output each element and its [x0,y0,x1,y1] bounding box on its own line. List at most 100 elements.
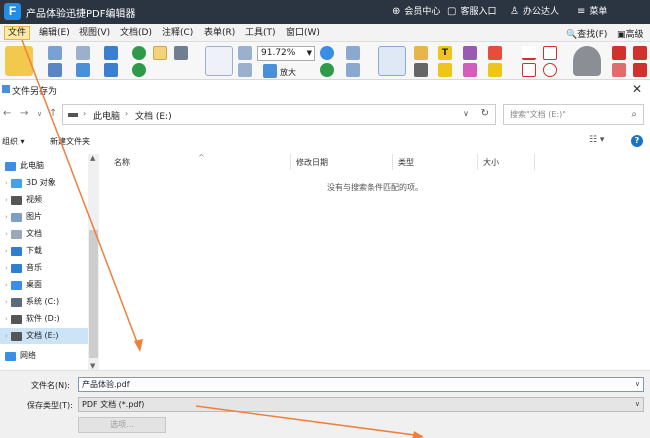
up-arrow-icon[interactable]: ↑ [49,108,57,119]
menu-file[interactable]: 文件 [4,26,31,40]
member-center-button[interactable]: ⊕ 会员中心 [392,4,440,17]
column-separator[interactable] [290,154,291,170]
rectangle-tool-icon[interactable] [543,46,557,60]
print-icon[interactable] [76,63,90,77]
single-page-icon[interactable] [205,46,233,76]
hand-tool-icon[interactable] [153,46,167,60]
pencil-icon[interactable] [463,63,477,77]
menu-form[interactable]: 表单(R) [201,26,238,40]
text-box-icon[interactable] [414,46,428,60]
stamp-icon[interactable] [573,46,601,76]
recent-chevron-icon[interactable]: ∨ [37,110,42,118]
rotate-icon[interactable] [320,63,334,77]
more-tools-icon[interactable] [633,46,647,60]
scrollbar-thumb[interactable] [89,230,98,358]
nav-item[interactable]: › 视频 [0,192,88,208]
menu-view[interactable]: 视图(V) [76,26,113,40]
column-separator[interactable] [477,154,478,170]
note-icon[interactable] [488,63,502,77]
forward-arrow-icon[interactable]: → [20,108,28,119]
back-arrow-icon[interactable]: ← [3,108,11,119]
filetype-select[interactable]: PDF 文档 (*.pdf) ∨ [78,397,644,412]
strikeout-icon[interactable] [488,46,502,60]
filename-input[interactable]: 产品体验.pdf ∨ [78,377,644,392]
expand-chevron-icon[interactable]: › [5,311,8,327]
ellipse-tool-icon[interactable] [543,63,557,77]
find-button[interactable]: 🔍查找(F) [566,27,607,40]
scroll-up-icon[interactable]: ▲ [90,154,95,162]
options-button[interactable]: 选项... [78,417,166,433]
user-button[interactable]: ♙ 办公达人 [510,4,559,17]
menu-comment[interactable]: 注释(C) [159,26,196,40]
email-icon[interactable] [76,46,90,60]
nav-item[interactable]: › 音乐 [0,260,88,276]
column-modified[interactable]: 修改日期 [296,157,328,168]
arrow-tool-icon[interactable] [522,46,536,60]
typewriter-icon[interactable] [414,63,428,77]
scroll-down-icon[interactable]: ▼ [90,362,95,370]
menu-window[interactable]: 窗口(W) [283,26,323,40]
expand-chevron-icon[interactable]: › [5,192,8,208]
chevron-down-icon[interactable]: ∨ [635,378,640,391]
breadcrumb-separator-icon[interactable]: › [125,109,128,118]
new-folder-button[interactable]: 新建文件夹 [50,136,90,147]
zoom-in-label[interactable]: 放大 [280,67,296,78]
edit-content-icon[interactable] [378,46,406,76]
nav-item[interactable]: 此电脑 [0,158,88,174]
zoom-in-icon[interactable] [263,64,277,78]
redo-icon[interactable] [104,63,118,77]
open-folder-icon[interactable] [5,46,33,76]
save-icon[interactable] [48,63,62,77]
nav-scrollbar[interactable]: ▲ ▼ [88,154,99,370]
expand-chevron-icon[interactable]: › [5,209,8,225]
column-name[interactable]: 名称 [114,157,130,168]
organize-button[interactable]: 组织 ▾ [2,136,25,147]
undo-icon[interactable] [104,46,118,60]
expand-chevron-icon[interactable]: › [5,260,8,276]
nav-item[interactable]: › 3D 对象 [0,175,88,191]
expand-chevron-icon[interactable]: › [5,277,8,293]
menu-edit[interactable]: 编辑(E) [36,26,73,40]
text-tool-icon[interactable]: T [438,46,452,60]
view-options-icon[interactable]: ☷ ▾ [589,135,604,145]
page-icon[interactable] [238,46,252,60]
expand-chevron-icon[interactable]: › [5,328,8,344]
nav-item[interactable]: › 文档 [0,226,88,242]
help-icon[interactable]: ? [631,135,643,147]
column-size[interactable]: 大小 [483,157,499,168]
nav-item[interactable]: › 系统 (C:) [0,294,88,310]
back-icon[interactable] [132,46,146,60]
fit-page-icon[interactable] [346,46,360,60]
snapshot-icon[interactable] [174,46,188,60]
breadcrumb-separator-icon[interactable]: › [83,109,86,118]
menu-document[interactable]: 文档(D) [117,26,155,40]
highlight-icon[interactable] [463,46,477,60]
address-bar[interactable]: › 此电脑 › 文档 (E:) ∨ ↻ [62,104,496,125]
polyline-icon[interactable] [522,63,536,77]
forward-icon[interactable] [132,63,146,77]
nav-item[interactable]: › 下载 [0,243,88,259]
search-input[interactable]: 搜索"文档 (E:)" ⌕ [503,104,644,125]
callout-icon[interactable] [438,63,452,77]
zoom-tool-icon[interactable] [320,46,334,60]
chevron-down-icon[interactable]: ∨ [635,398,640,411]
nav-item[interactable]: › 桌面 [0,277,88,293]
column-type[interactable]: 类型 [398,157,414,168]
eraser-icon[interactable] [612,46,626,60]
close-icon[interactable]: ✕ [632,82,642,96]
expand-chevron-icon[interactable]: › [5,175,8,191]
facing-page-icon[interactable] [238,63,252,77]
breadcrumb-this-pc[interactable]: 此电脑 [93,109,120,122]
measure-icon[interactable] [612,63,626,77]
column-separator[interactable] [534,154,535,170]
nav-item[interactable]: › 文档 (E:) [0,328,88,344]
fit-width-icon[interactable] [346,63,360,77]
nav-item[interactable]: › 图片 [0,209,88,225]
expand-chevron-icon[interactable]: › [5,243,8,259]
menu-button[interactable]: ≡ 菜单 [577,4,607,17]
column-separator[interactable] [392,154,393,170]
nav-item[interactable]: › 软件 (D:) [0,311,88,327]
address-chevron-icon[interactable]: ∨ [463,109,469,118]
nav-item[interactable]: 网络 [0,348,88,364]
attachment-icon[interactable] [633,63,647,77]
